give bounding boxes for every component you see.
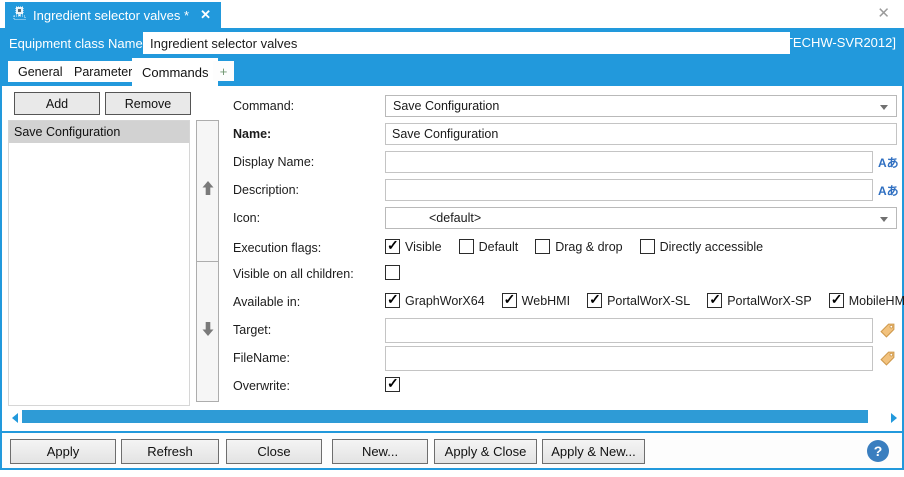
checkbox-box[interactable] xyxy=(828,291,844,308)
visible-on-all-children-group xyxy=(385,265,400,280)
equipment-class-name-label: Equipment class Name: xyxy=(9,35,147,51)
document-tab[interactable]: Ingredient selector valves * ✕ xyxy=(5,2,221,28)
checkbox-label: GraphWorX64 xyxy=(405,293,485,308)
checkbox-mobilehmi[interactable]: MobileHMI xyxy=(828,291,904,308)
list-item[interactable]: Save Configuration xyxy=(9,121,189,143)
apply-new-button[interactable]: Apply & New... xyxy=(542,439,645,464)
tag-attach-icon[interactable] xyxy=(879,350,896,367)
server-name-badge: [TECHW-SVR2012] xyxy=(781,35,896,50)
commands-list[interactable]: Save Configuration xyxy=(8,120,190,406)
page-tab-bar: General Parameters Commands + xyxy=(0,58,904,86)
arrow-up-icon xyxy=(201,180,215,201)
horizontal-scrollbar[interactable] xyxy=(4,410,902,426)
checkbox-overwrite[interactable] xyxy=(385,375,400,392)
description-label: Description: xyxy=(233,183,299,197)
tab-commands[interactable]: Commands xyxy=(132,58,219,86)
close-button[interactable]: Close xyxy=(226,439,322,464)
checkbox-box[interactable] xyxy=(535,239,551,254)
icon-dropdown[interactable]: <default> xyxy=(385,207,897,229)
checkbox-box[interactable] xyxy=(385,291,400,308)
chevron-down-icon xyxy=(880,217,888,222)
execution-flags-group: Visible Default Drag & drop Directly acc… xyxy=(385,237,780,254)
checkbox-directly-accessible[interactable]: Directly accessible xyxy=(639,239,764,254)
refresh-button[interactable]: Refresh xyxy=(121,439,219,464)
command-dropdown[interactable]: Save Configuration xyxy=(385,95,897,117)
localize-icon[interactable]: Aあ xyxy=(878,182,899,199)
localize-icon[interactable]: Aあ xyxy=(878,154,899,171)
tab-add-button[interactable]: + xyxy=(213,61,234,81)
new-button[interactable]: New... xyxy=(332,439,428,464)
checkbox-label: Directly accessible xyxy=(659,239,764,254)
checkbox-label: PortalWorX-SP xyxy=(727,293,812,308)
arrow-down-icon xyxy=(201,321,215,342)
filename-label: FileName: xyxy=(233,351,290,365)
overwrite-label: Overwrite: xyxy=(233,379,290,393)
apply-close-button[interactable]: Apply & Close xyxy=(434,439,537,464)
checkbox-visible[interactable]: Visible xyxy=(385,237,442,254)
checkbox-box[interactable] xyxy=(587,291,603,308)
command-label: Command: xyxy=(233,99,295,113)
display-name-input[interactable] xyxy=(385,151,873,173)
header-bar: Equipment class Name: [TECHW-SVR2012] xyxy=(0,28,904,58)
display-name-label: Display Name: xyxy=(233,155,315,169)
icon-dropdown-value: <default> xyxy=(429,211,482,225)
available-in-group: GraphWorX64 WebHMI PortalWorX-SL PortalW… xyxy=(385,291,904,308)
name-input[interactable] xyxy=(385,123,897,145)
checkbox-label: MobileHMI xyxy=(848,293,904,308)
tag-attach-icon[interactable] xyxy=(879,322,896,339)
checkbox-label: Default xyxy=(478,239,519,254)
checkbox-visible-on-all-children[interactable] xyxy=(385,265,400,280)
document-tab-title: Ingredient selector valves * xyxy=(33,7,190,23)
help-icon[interactable]: ? xyxy=(867,440,889,462)
remove-command-button[interactable]: Remove xyxy=(105,92,191,115)
checkbox-label: Visible xyxy=(405,239,442,254)
command-dropdown-value: Save Configuration xyxy=(393,99,500,113)
checkbox-default[interactable]: Default xyxy=(458,239,519,254)
tab-general[interactable]: General xyxy=(8,61,73,82)
checkbox-portalworx-sl[interactable]: PortalWorX-SL xyxy=(587,291,691,308)
checkbox-label: WebHMI xyxy=(521,293,571,308)
target-input[interactable] xyxy=(385,318,873,343)
scrollbar-thumb[interactable] xyxy=(22,410,868,423)
checkbox-graphworx64[interactable]: GraphWorX64 xyxy=(385,291,485,308)
available-in-label: Available in: xyxy=(233,295,301,309)
checkbox-label: PortalWorX-SL xyxy=(607,293,691,308)
scroll-right-icon[interactable] xyxy=(891,413,897,423)
checkbox-webhmi[interactable]: WebHMI xyxy=(501,291,571,308)
chevron-down-icon xyxy=(880,105,888,110)
scroll-left-icon[interactable] xyxy=(12,413,18,423)
checkbox-box[interactable] xyxy=(501,291,517,308)
document-tab-close-icon[interactable]: ✕ xyxy=(200,7,211,23)
description-input[interactable] xyxy=(385,179,873,201)
equipment-class-editor-window: Ingredient selector valves * ✕ ✕ Equipme… xyxy=(0,0,904,477)
overwrite-group xyxy=(385,375,400,392)
execution-flags-label: Execution flags: xyxy=(233,241,322,255)
icon-label: Icon: xyxy=(233,211,261,225)
checkbox-drag-drop[interactable]: Drag & drop xyxy=(535,239,623,254)
equipment-class-name-input[interactable] xyxy=(143,32,790,54)
footer-bar: Apply Refresh Close New... Apply & Close… xyxy=(0,433,904,470)
checkbox-box[interactable] xyxy=(458,239,474,254)
checkbox-portalworx-sp[interactable]: PortalWorX-SP xyxy=(707,291,812,308)
reorder-controls xyxy=(196,120,219,403)
checkbox-box[interactable] xyxy=(707,291,723,308)
checkbox-box[interactable] xyxy=(385,237,400,254)
add-command-button[interactable]: Add xyxy=(14,92,100,115)
apply-button[interactable]: Apply xyxy=(10,439,116,464)
target-label: Target: xyxy=(233,323,272,337)
checkbox-label: Drag & drop xyxy=(555,239,623,254)
move-down-button[interactable] xyxy=(196,260,219,402)
name-label: Name: xyxy=(233,127,272,141)
visible-on-all-children-label: Visible on all children: xyxy=(233,267,354,281)
equipment-class-icon xyxy=(13,6,26,24)
checkbox-box[interactable] xyxy=(639,239,655,254)
document-tab-strip: Ingredient selector valves * ✕ ✕ xyxy=(0,0,904,28)
move-up-button[interactable] xyxy=(196,120,219,262)
commands-tab-content: Add Remove Save Configuration Command: S… xyxy=(0,86,904,433)
filename-input[interactable] xyxy=(385,346,873,371)
window-close-icon[interactable]: ✕ xyxy=(877,6,890,21)
